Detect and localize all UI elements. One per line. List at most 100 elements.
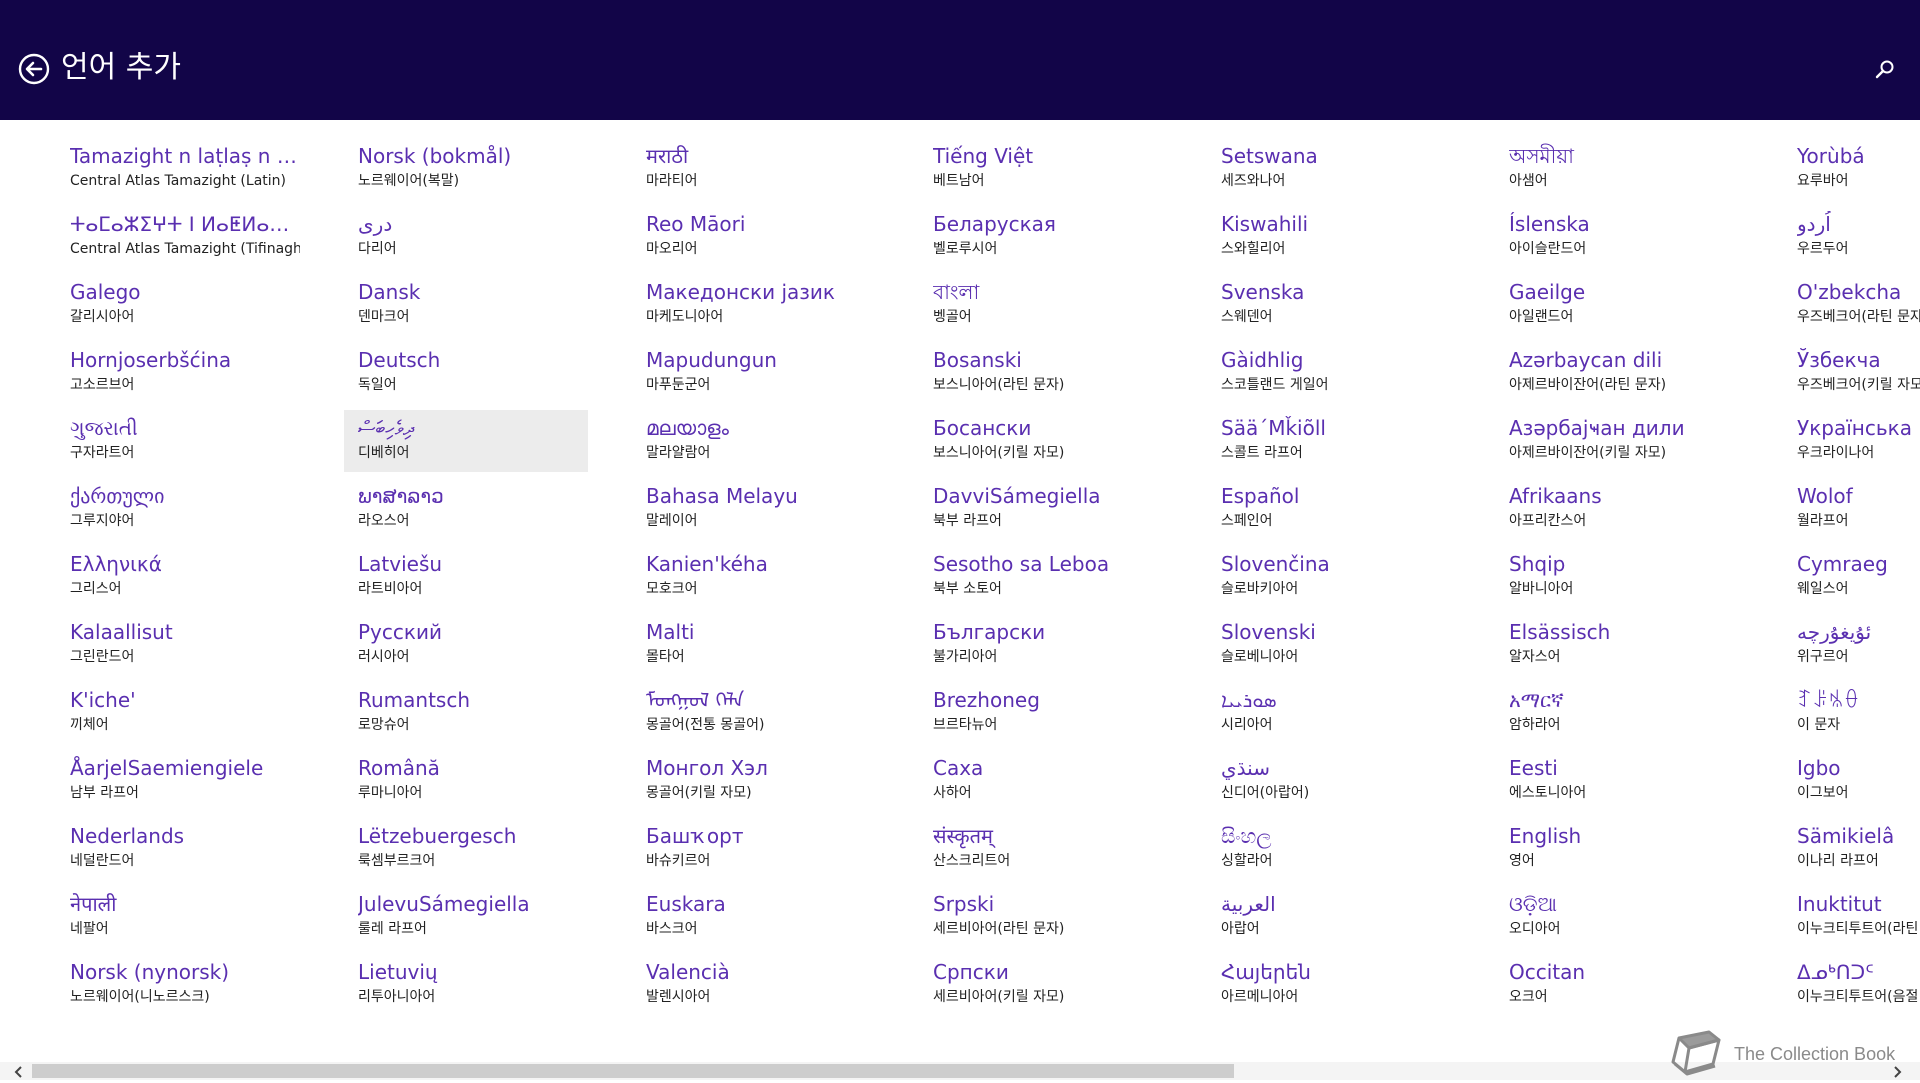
language-item[interactable]: Sämikielâ 이나리 라프어	[1783, 818, 1920, 880]
language-item[interactable]: Башҡорт 바슈키르어	[632, 818, 876, 880]
language-item[interactable]: Norsk (bokmål) 노르웨이어(복말)	[344, 138, 588, 200]
language-item[interactable]: Gaeilge 아일랜드어	[1495, 274, 1739, 336]
language-item[interactable]: Euskara 바스크어	[632, 886, 876, 948]
language-item[interactable]: Brezhoneg 브르타뉴어	[919, 682, 1163, 744]
language-item[interactable]: Հայերեն 아르메니아어	[1207, 954, 1451, 1016]
language-item[interactable]: DavviSámegiella 북부 라프어	[919, 478, 1163, 540]
language-item[interactable]: Gàidhlig 스코틀랜드 게일어	[1207, 342, 1451, 404]
language-item[interactable]: العربية 아랍어	[1207, 886, 1451, 948]
language-native-name: Elsässisch	[1509, 620, 1611, 644]
language-item[interactable]: Azərbaycan dili 아제르바이잔어(라틴 문자)	[1495, 342, 1739, 404]
language-item[interactable]: دری 다리어	[344, 206, 588, 268]
language-item[interactable]: Igbo 이그보어	[1783, 750, 1920, 812]
language-item[interactable]: አማርኛ 암하라어	[1495, 682, 1739, 744]
language-item[interactable]: ଓଡ଼ିଆ 오디아어	[1495, 886, 1739, 948]
language-item[interactable]: اُردو 우르두어	[1783, 206, 1920, 268]
language-item[interactable]: Lëtzebuergesch 룩셈부르크어	[344, 818, 588, 880]
language-item[interactable]: Setswana 세즈와나어	[1207, 138, 1451, 200]
language-item[interactable]: Mapudungun 마푸둔군어	[632, 342, 876, 404]
language-item[interactable]: O'zbekcha 우즈베크어(라틴 문자)	[1783, 274, 1920, 336]
search-button[interactable]	[1874, 58, 1896, 80]
language-native-name: ꆈꌠꁱꂷ	[1797, 688, 1860, 712]
language-item[interactable]: Dansk 덴마크어	[344, 274, 588, 336]
language-item[interactable]: Valencià 발렌시아어	[632, 954, 876, 1016]
language-item[interactable]: English 영어	[1495, 818, 1739, 880]
language-item[interactable]: K'iche' 끼체어	[56, 682, 300, 744]
language-item[interactable]: Latviešu 라트비아어	[344, 546, 588, 608]
language-item[interactable]: বাংলা 벵골어	[919, 274, 1163, 336]
language-item[interactable]: Русский 러시아어	[344, 614, 588, 676]
language-item[interactable]: Galego 갈리시아어	[56, 274, 300, 336]
language-item[interactable]: ᐃᓄᒃᑎᑐᑦ 이누크티투트어(음절 문자)	[1783, 954, 1920, 1016]
language-item[interactable]: Tamazight n laṭlaṣ n wa... Central Atlas …	[56, 138, 300, 200]
scrollbar-thumb[interactable]	[32, 1064, 1234, 1078]
language-item[interactable]: Bahasa Melayu 말레이어	[632, 478, 876, 540]
language-item[interactable]: Español 스페인어	[1207, 478, 1451, 540]
language-item[interactable]: JulevuSámegiella 룰레 라프어	[344, 886, 588, 948]
language-native-name: ଓଡ଼ିଆ	[1509, 892, 1557, 916]
language-item[interactable]: Yorùbá 요루바어	[1783, 138, 1920, 200]
language-item[interactable]: Tiếng Việt 베트남어	[919, 138, 1163, 200]
language-item[interactable]: ქართული 그루지야어	[56, 478, 300, 540]
language-item[interactable]: Srpski 세르비아어(라틴 문자)	[919, 886, 1163, 948]
language-item[interactable]: ພາສາລາວ 라오스어	[344, 478, 588, 540]
language-native-name: Tiếng Việt	[933, 144, 1034, 168]
language-item[interactable]: Bosanski 보스니아어(라틴 문자)	[919, 342, 1163, 404]
language-item[interactable]: ᠮᠣᠩᠭᠣᠯ ᠬᠡᠯᠡ 몽골어(전통 몽골어)	[632, 682, 876, 744]
language-item[interactable]: Kanien'kéha 모호크어	[632, 546, 876, 608]
language-item[interactable]: Монгол Хэл 몽골어(키릴 자모)	[632, 750, 876, 812]
language-item[interactable]: Norsk (nynorsk) 노르웨이어(니노르스크)	[56, 954, 300, 1016]
language-item[interactable]: Босански 보스니아어(키릴 자모)	[919, 410, 1163, 472]
language-item[interactable]: नेपाली 네팔어	[56, 886, 300, 948]
language-item[interactable]: Malti 몰타어	[632, 614, 876, 676]
language-item[interactable]: Shqip 알바니아어	[1495, 546, 1739, 608]
language-item[interactable]: Wolof 월라프어	[1783, 478, 1920, 540]
language-item[interactable]: Íslenska 아이슬란드어	[1495, 206, 1739, 268]
language-item[interactable]: Svenska 스웨덴어	[1207, 274, 1451, 336]
language-item[interactable]: ⵜⴰⵎⴰⵣⵉⵖⵜ ⵏ ⵍⴰⵟⵍⴰⵚ ⵏ ⵡⴰ... Central Atlas T…	[56, 206, 300, 268]
language-item[interactable]: ÅarjelSaemiengiele 남부 라프어	[56, 750, 300, 812]
language-item[interactable]: Cymraeg 웨일스어	[1783, 546, 1920, 608]
language-item[interactable]: অসমীয়া 아샘어	[1495, 138, 1739, 200]
language-item[interactable]: Sesotho sa Leboa 북부 소토어	[919, 546, 1163, 608]
language-item[interactable]: Lietuvių 리투아니아어	[344, 954, 588, 1016]
language-item[interactable]: ꆈꌠꁱꂷ 이 문자	[1783, 682, 1920, 744]
language-item[interactable]: Ελληνικά 그리스어	[56, 546, 300, 608]
language-item[interactable]: संस्कृतम् 산스크리트어	[919, 818, 1163, 880]
language-item[interactable]: മലയാളം 말라얄람어	[632, 410, 876, 472]
language-item[interactable]: ދިވެހިބަސް 디베히어	[344, 410, 588, 472]
language-item[interactable]: Slovenski 슬로베니아어	[1207, 614, 1451, 676]
language-item[interactable]: Українська 우크라이나어	[1783, 410, 1920, 472]
language-item[interactable]: Română 루마니아어	[344, 750, 588, 812]
language-item[interactable]: Български 불가리아어	[919, 614, 1163, 676]
back-button[interactable]	[18, 53, 50, 85]
language-item[interactable]: Occitan 오크어	[1495, 954, 1739, 1016]
language-item[interactable]: ئۇيغۇرچە 위구르어	[1783, 614, 1920, 676]
scroll-right-button[interactable]	[1890, 1064, 1904, 1078]
language-item[interactable]: ગુજરાતી 구자라트어	[56, 410, 300, 472]
language-item[interactable]: Српски 세르비아어(키릴 자모)	[919, 954, 1163, 1016]
language-item[interactable]: Sää´Mǩiõll 스콜트 라프어	[1207, 410, 1451, 472]
language-item[interactable]: मराठी 마라티어	[632, 138, 876, 200]
language-item[interactable]: සිංහල 싱할라어	[1207, 818, 1451, 880]
language-item[interactable]: Ўзбекча 우즈베크어(키릴 자모)	[1783, 342, 1920, 404]
language-item[interactable]: Rumantsch 로망슈어	[344, 682, 588, 744]
language-item[interactable]: Азәрбајҹан дили 아제르바이잔어(키릴 자모)	[1495, 410, 1739, 472]
language-item[interactable]: ܣܘܪܝܝܐ 시리아어	[1207, 682, 1451, 744]
language-item[interactable]: Afrikaans 아프리칸스어	[1495, 478, 1739, 540]
language-item[interactable]: Македонски јазик 마케도니아어	[632, 274, 876, 336]
language-item[interactable]: Hornjoserbšćina 고소르브어	[56, 342, 300, 404]
language-item[interactable]: Eesti 에스토니아어	[1495, 750, 1739, 812]
language-item[interactable]: Саха 사하어	[919, 750, 1163, 812]
language-item[interactable]: Kiswahili 스와힐리어	[1207, 206, 1451, 268]
scroll-left-button[interactable]	[12, 1064, 26, 1078]
language-item[interactable]: Slovenčina 슬로바키아어	[1207, 546, 1451, 608]
language-item[interactable]: Inuktitut 이누크티투트어(라틴 문자)	[1783, 886, 1920, 948]
language-item[interactable]: Deutsch 독일어	[344, 342, 588, 404]
language-item[interactable]: Reo Māori 마오리어	[632, 206, 876, 268]
language-item[interactable]: سنڌي 신디어(아랍어)	[1207, 750, 1451, 812]
language-item[interactable]: Kalaallisut 그린란드어	[56, 614, 300, 676]
language-item[interactable]: Nederlands 네덜란드어	[56, 818, 300, 880]
language-item[interactable]: Elsässisch 알자스어	[1495, 614, 1739, 676]
language-item[interactable]: Беларуская 벨로루시어	[919, 206, 1163, 268]
